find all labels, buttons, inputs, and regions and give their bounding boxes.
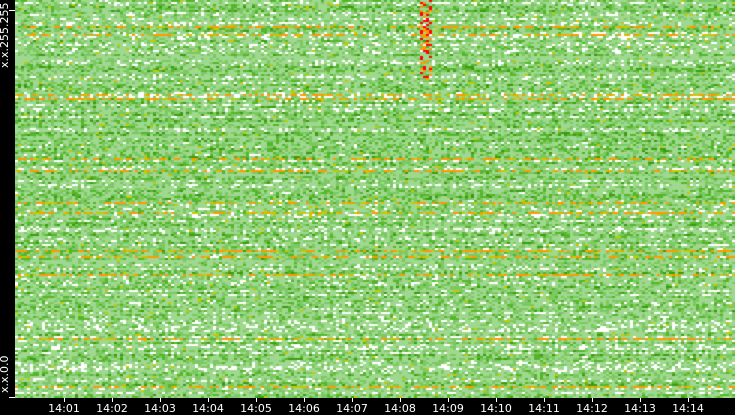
x-tick-label: 14:10 [480,402,512,415]
y-label-top: x.x.255.255 [0,2,11,68]
x-tick-label: 14:12 [576,402,608,415]
x-tick-label: 14:01 [48,402,80,415]
x-tick-label: 14:02 [96,402,128,415]
x-tick-label: 14:13 [624,402,656,415]
y-label-bottom: x.x.0.0 [0,355,11,393]
x-tick-label: 14:05 [240,402,272,415]
x-tick-label: 14:08 [384,402,416,415]
x-tick-label: 14:11 [528,402,560,415]
x-tick-label: 14:14 [672,402,704,415]
x-tick-label: 14:09 [432,402,464,415]
x-tick-label: 14:04 [192,402,224,415]
x-tick-label: 14:07 [336,402,368,415]
y-axis: x.x.255.255 x.x.0.0 [0,0,15,398]
x-tick-label: 14:03 [144,402,176,415]
x-axis: 14:01 14:02 14:03 14:04 14:05 14:06 14:07 14:08… [0,398,735,415]
heatmap-canvas[interactable] [15,0,735,398]
x-tick-label: 14:06 [288,402,320,415]
